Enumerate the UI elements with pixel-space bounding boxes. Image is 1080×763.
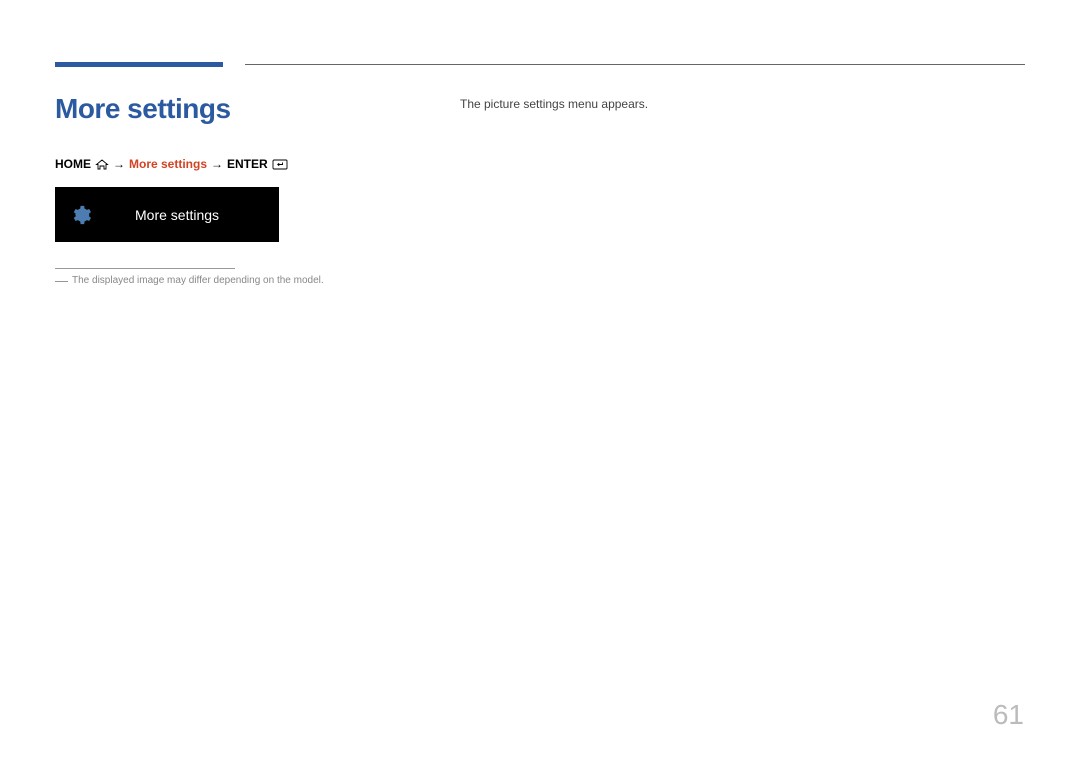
breadcrumb-home: HOME xyxy=(55,157,91,171)
breadcrumb: HOME → More settings → ENTER xyxy=(55,157,460,171)
home-icon xyxy=(95,159,109,170)
enter-icon xyxy=(272,159,288,170)
arrow-icon: → xyxy=(211,157,223,171)
gear-icon xyxy=(69,203,93,227)
menu-box-label: More settings xyxy=(135,207,219,223)
description-text: The picture settings menu appears. xyxy=(460,97,648,111)
note-dash: ― xyxy=(55,275,68,287)
arrow-icon: → xyxy=(113,157,125,171)
breadcrumb-highlight: More settings xyxy=(129,157,207,171)
menu-box: More settings xyxy=(55,187,279,242)
note-content: The displayed image may differ depending… xyxy=(72,275,324,286)
note-text: ― The displayed image may differ dependi… xyxy=(55,275,460,287)
breadcrumb-enter: ENTER xyxy=(227,157,268,171)
page-number: 61 xyxy=(993,699,1024,731)
top-rule xyxy=(245,64,1025,65)
section-title: More settings xyxy=(55,93,460,125)
accent-bar xyxy=(55,62,223,67)
note-rule xyxy=(55,268,235,269)
